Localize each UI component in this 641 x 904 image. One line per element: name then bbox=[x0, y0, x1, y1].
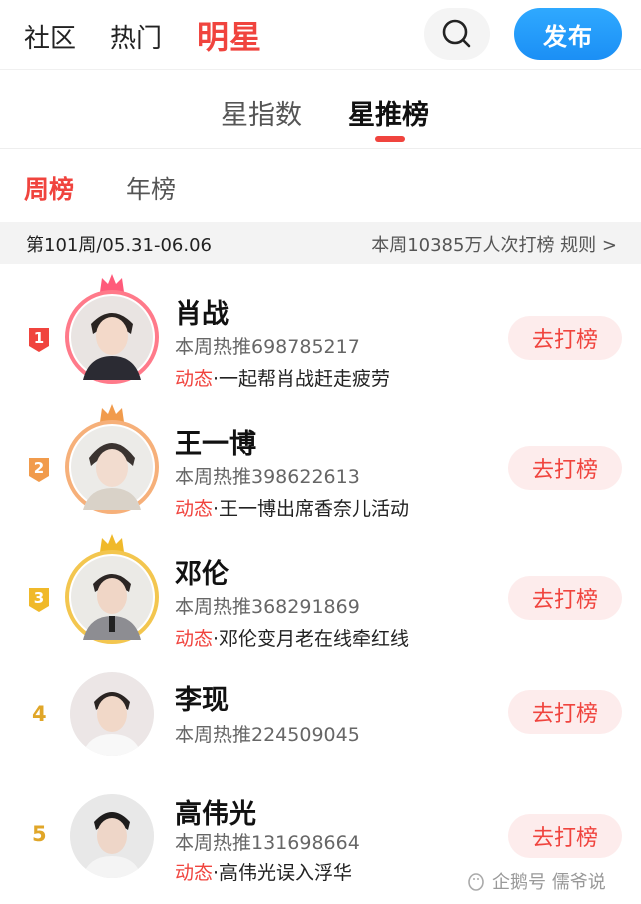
dynamic-news[interactable]: 动态·一起帮肖战赶走疲劳 bbox=[175, 364, 390, 391]
publish-button[interactable]: 发布 bbox=[514, 8, 622, 60]
sub-tabs: 星指数 星推榜 bbox=[0, 71, 641, 149]
star-name[interactable]: 王一博 bbox=[175, 422, 256, 461]
person-avatar-icon bbox=[70, 672, 154, 756]
star-name[interactable]: 高伟光 bbox=[175, 792, 256, 831]
nav-tab-community[interactable]: 社区 bbox=[24, 18, 76, 55]
watermark-text: 企鹅号 儒爷说 bbox=[492, 872, 606, 893]
dynamic-tag: 动态 bbox=[175, 628, 214, 650]
hot-count: 本周热推131698664 bbox=[175, 832, 360, 854]
tab-weekly[interactable]: 周榜 bbox=[24, 170, 74, 206]
avatar[interactable] bbox=[65, 420, 159, 514]
vote-button[interactable]: 去打榜 bbox=[508, 446, 622, 490]
dynamic-news[interactable]: 动态·高伟光误入浮华 bbox=[175, 858, 352, 885]
top-nav: 社区 热门 明星 发布 bbox=[0, 0, 641, 70]
watermark: 企鹅号 儒爷说 bbox=[466, 868, 606, 894]
hot-count: 本周热推224509045 bbox=[175, 724, 360, 746]
dynamic-text: ·邓伦变月老在线牵红线 bbox=[213, 628, 410, 650]
rank-number: 3 bbox=[33, 589, 45, 607]
dynamic-news[interactable]: 动态·王一博出席香奈儿活动 bbox=[175, 494, 409, 521]
list-item[interactable]: 3 邓伦 本周热推368291869 动态·邓伦变月老在线牵红线 去打榜 bbox=[0, 532, 641, 660]
hot-count: 本周热推398622613 bbox=[175, 466, 360, 488]
list-item[interactable]: 1 肖战 本周热推698785217 动态·一起帮肖战赶走疲劳 去打榜 bbox=[0, 272, 641, 400]
star-name[interactable]: 李现 bbox=[175, 678, 229, 717]
dynamic-text: ·王一博出席香奈儿活动 bbox=[213, 498, 410, 520]
active-tab-indicator bbox=[375, 136, 405, 142]
rank-number: 5 bbox=[32, 822, 47, 846]
dynamic-tag: 动态 bbox=[175, 368, 214, 390]
dynamic-news[interactable]: 动态·邓伦变月老在线牵红线 bbox=[175, 624, 409, 651]
tab-star-index[interactable]: 星指数 bbox=[221, 93, 302, 132]
rules-link[interactable]: 本周10385万人次打榜 规则 > bbox=[371, 231, 617, 257]
list-item[interactable]: 4 李现 本周热推224509045 去打榜 bbox=[0, 664, 641, 792]
dynamic-text: ·一起帮肖战赶走疲劳 bbox=[213, 368, 391, 390]
star-name[interactable]: 邓伦 bbox=[175, 552, 229, 591]
tab-star-ranking[interactable]: 星推榜 bbox=[348, 93, 429, 132]
hot-count: 本周热推368291869 bbox=[175, 596, 360, 618]
person-avatar-icon bbox=[71, 556, 153, 640]
list-item[interactable]: 2 王一博 本周热推398622613 动态·王一博出席香奈儿活动 去打榜 bbox=[0, 402, 641, 530]
avatar[interactable] bbox=[70, 672, 154, 756]
person-avatar-icon bbox=[71, 296, 153, 380]
vote-button[interactable]: 去打榜 bbox=[508, 576, 622, 620]
person-avatar-icon bbox=[70, 794, 154, 878]
rank-number: 2 bbox=[33, 459, 45, 477]
vote-button[interactable]: 去打榜 bbox=[508, 316, 622, 360]
person-avatar-icon bbox=[71, 426, 153, 510]
vote-button[interactable]: 去打榜 bbox=[508, 690, 622, 734]
avatar[interactable] bbox=[70, 794, 154, 878]
week-info-bar: 第101周/05.31-06.06 本周10385万人次打榜 规则 > bbox=[0, 222, 641, 264]
penguin-logo-icon bbox=[468, 873, 484, 891]
dynamic-tag: 动态 bbox=[175, 498, 214, 520]
avatar[interactable] bbox=[65, 550, 159, 644]
search-button[interactable] bbox=[424, 8, 490, 60]
avatar[interactable] bbox=[65, 290, 159, 384]
search-icon bbox=[442, 19, 471, 48]
nav-tab-hot[interactable]: 热门 bbox=[110, 18, 162, 55]
vote-button[interactable]: 去打榜 bbox=[508, 814, 622, 858]
tab-yearly[interactable]: 年榜 bbox=[126, 170, 176, 206]
rank-number: 4 bbox=[32, 702, 47, 726]
dynamic-text: ·高伟光误入浮华 bbox=[213, 862, 353, 884]
dynamic-tag: 动态 bbox=[175, 862, 214, 884]
star-name[interactable]: 肖战 bbox=[175, 292, 229, 331]
rank-number: 1 bbox=[33, 329, 45, 347]
week-range: 第101周/05.31-06.06 bbox=[26, 235, 212, 256]
hot-count: 本周热推698785217 bbox=[175, 336, 360, 358]
nav-tab-stars[interactable]: 明星 bbox=[197, 12, 261, 58]
